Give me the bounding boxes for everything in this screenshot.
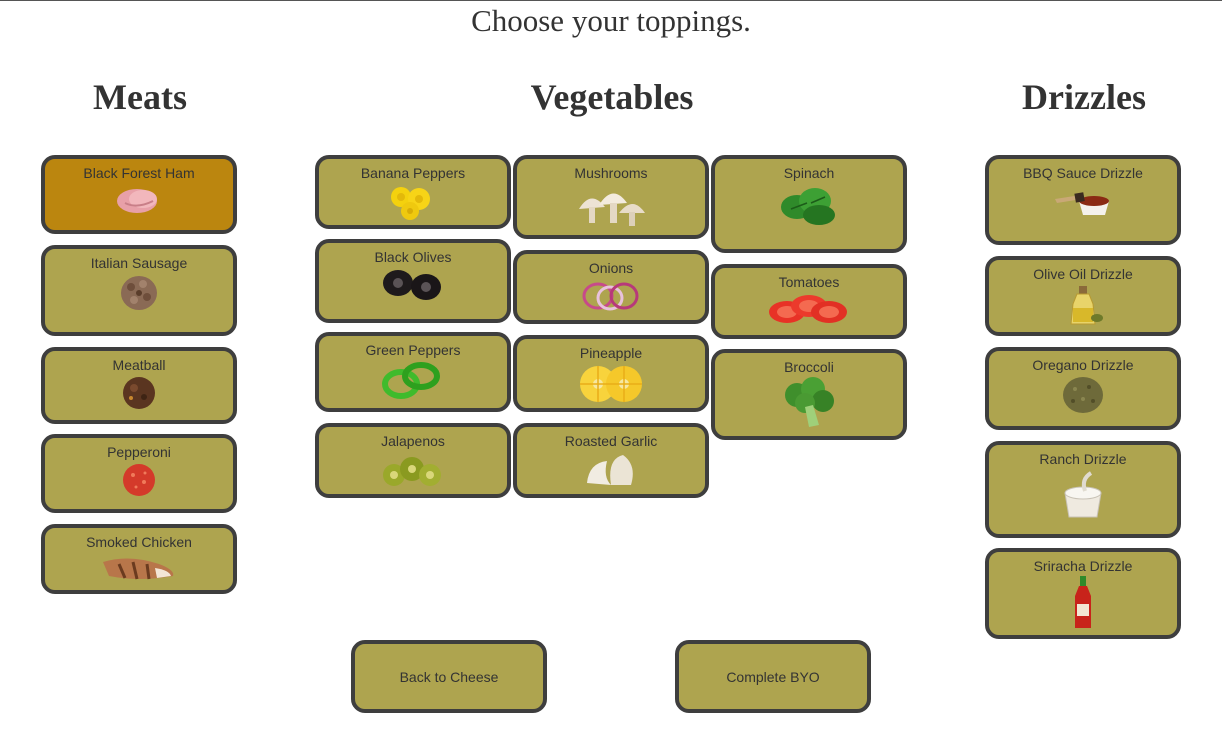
onions-icon	[582, 282, 639, 311]
topping-meatball[interactable]: Meatball	[41, 347, 237, 424]
back-to-cheese-button[interactable]: Back to Cheese	[351, 640, 547, 713]
topping-italian-sausage[interactable]: Italian Sausage	[41, 245, 237, 336]
topping-label: Ranch Drizzle	[1039, 451, 1127, 467]
oregano-icon	[1063, 377, 1103, 413]
black-olives-icon	[383, 270, 441, 300]
pepperoni-icon	[123, 464, 155, 496]
broccoli-icon	[785, 377, 834, 427]
topping-label: Oregano Drizzle	[1032, 357, 1134, 373]
ham-icon	[117, 189, 157, 213]
topping-mushrooms[interactable]: Mushrooms	[513, 155, 709, 239]
topping-label: Italian Sausage	[90, 255, 188, 271]
topping-label: Onions	[588, 260, 634, 276]
topping-label: Black Forest Ham	[83, 165, 195, 181]
topping-label: Black Olives	[374, 249, 452, 265]
pineapple-icon	[580, 366, 642, 402]
topping-label: Pepperoni	[107, 444, 171, 460]
ranch-icon	[1064, 471, 1102, 518]
bbq-sauce-icon	[1055, 192, 1109, 215]
topping-label: Banana Peppers	[360, 165, 466, 181]
garlic-icon	[587, 455, 633, 485]
topping-label: Mushrooms	[574, 165, 648, 181]
mushrooms-icon	[579, 193, 645, 226]
vegetables-heading: Vegetables	[530, 77, 694, 117]
topping-oregano-drizzle[interactable]: Oregano Drizzle	[985, 347, 1181, 430]
sausage-icon	[121, 276, 157, 310]
topping-sriracha-drizzle[interactable]: Sriracha Drizzle	[985, 548, 1181, 639]
topping-label: Jalapenos	[381, 433, 445, 449]
complete-byo-button[interactable]: Complete BYO	[675, 640, 871, 713]
topping-black-olives[interactable]: Black Olives	[315, 239, 511, 323]
topping-pineapple[interactable]: Pineapple	[513, 335, 709, 412]
topping-spinach[interactable]: Spinach	[711, 155, 907, 253]
spinach-icon	[781, 188, 835, 225]
topping-tomatoes[interactable]: Tomatoes	[711, 264, 907, 339]
sriracha-icon	[1075, 576, 1091, 628]
drizzles-heading: Drizzles	[1022, 77, 1146, 117]
meats-heading: Meats	[93, 77, 187, 117]
topping-roasted-garlic[interactable]: Roasted Garlic	[513, 423, 709, 498]
topping-label: Pineapple	[579, 345, 643, 361]
topping-label: Smoked Chicken	[86, 534, 192, 550]
page-title: Choose your toppings.	[471, 3, 751, 38]
topping-label: BBQ Sauce Drizzle	[1023, 165, 1143, 181]
topping-broccoli[interactable]: Broccoli	[711, 349, 907, 440]
olive-oil-icon	[1070, 286, 1103, 325]
tomatoes-icon	[769, 295, 847, 323]
topping-label: Green Peppers	[365, 342, 461, 358]
topping-label: Sriracha Drizzle	[1033, 558, 1133, 574]
chicken-icon	[103, 558, 174, 580]
meatball-icon	[123, 377, 155, 409]
topping-olive-oil-drizzle[interactable]: Olive Oil Drizzle	[985, 256, 1181, 336]
topping-label: Tomatoes	[778, 274, 840, 290]
topping-jalapenos[interactable]: Jalapenos	[315, 423, 511, 498]
banana-peppers-icon	[391, 187, 430, 220]
topping-onions[interactable]: Onions	[513, 250, 709, 324]
topping-bbq-sauce-drizzle[interactable]: BBQ Sauce Drizzle	[985, 155, 1181, 245]
topping-label: Broccoli	[784, 359, 834, 375]
topping-label: Roasted Garlic	[564, 433, 658, 449]
topping-label: Meatball	[112, 357, 166, 373]
topping-green-peppers[interactable]: Green Peppers	[315, 332, 511, 412]
topping-label: Spinach	[783, 165, 835, 181]
jalapenos-icon	[383, 457, 441, 486]
topping-pepperoni[interactable]: Pepperoni	[41, 434, 237, 513]
topping-black-forest-ham[interactable]: Black Forest Ham	[41, 155, 237, 234]
topping-ranch-drizzle[interactable]: Ranch Drizzle	[985, 441, 1181, 538]
topping-label: Olive Oil Drizzle	[1033, 266, 1133, 282]
topping-smoked-chicken[interactable]: Smoked Chicken	[41, 524, 237, 594]
green-peppers-icon	[382, 362, 440, 399]
topping-banana-peppers[interactable]: Banana Peppers	[315, 155, 511, 229]
